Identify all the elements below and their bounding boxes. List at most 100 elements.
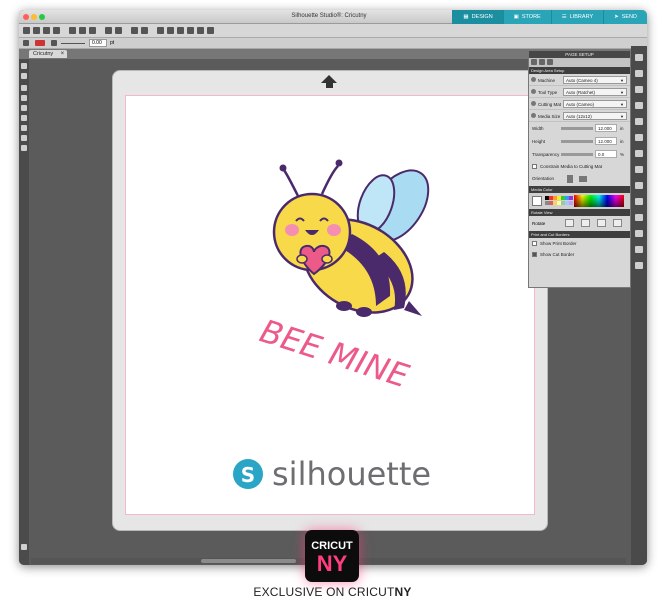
tab-store[interactable]: ▣ STORE — [502, 10, 551, 24]
transparency-field[interactable]: 0.0 — [595, 150, 617, 158]
new-file-icon[interactable] — [23, 27, 30, 34]
minimize-window-button[interactable] — [31, 14, 37, 20]
left-toolbar — [19, 59, 29, 565]
grid-icon[interactable] — [207, 27, 214, 34]
bee-cheek-left — [285, 224, 299, 236]
cut-icon[interactable] — [69, 27, 76, 34]
store-icon: ▣ — [513, 14, 519, 20]
tool-type-select[interactable]: Auto (Ratchet) — [563, 88, 627, 96]
page-setup-icon[interactable] — [635, 54, 643, 61]
point-edit-tool-icon[interactable] — [21, 73, 27, 79]
machine-select[interactable]: Auto (Cameo 4) — [563, 76, 627, 84]
width-field[interactable]: 12.000 — [595, 124, 617, 132]
constrain-checkbox[interactable] — [532, 164, 537, 169]
line-tool-icon[interactable] — [21, 85, 27, 91]
line-color-icon[interactable] — [35, 40, 45, 46]
cutting-mat: BEE MINE S silhouette — [112, 70, 548, 531]
rotate-180-button[interactable] — [597, 219, 606, 227]
fill-icon[interactable] — [51, 40, 57, 46]
undo-icon[interactable] — [105, 27, 112, 34]
right-panel-toolbar — [631, 46, 647, 565]
page-setup-tab-icon[interactable] — [531, 59, 537, 65]
line-weight-field[interactable]: 0.00 — [89, 39, 107, 47]
cutting-mat-select[interactable]: Auto (Cameo) — [563, 100, 627, 108]
rotate-row: Rotate — [529, 216, 630, 231]
media-size-select[interactable]: Auto (12x12) — [563, 112, 627, 120]
width-slider[interactable] — [561, 127, 593, 130]
show-print-border-row: Show Print Border — [529, 238, 630, 249]
grid-panel-icon[interactable] — [635, 86, 643, 93]
page-bg-tab-icon[interactable] — [547, 59, 553, 65]
align-panel-icon[interactable] — [635, 214, 643, 221]
design-page[interactable]: BEE MINE S silhouette — [125, 95, 535, 515]
portrait-icon[interactable] — [567, 175, 573, 183]
bee-mine-text: BEE MINE — [255, 312, 414, 396]
constrain-row: Constrain Media to Cutting Mat — [529, 161, 630, 172]
transform-panel-icon[interactable] — [635, 230, 643, 237]
eraser-tool-icon[interactable] — [21, 135, 27, 141]
paste-icon[interactable] — [89, 27, 96, 34]
color-spectrum-picker[interactable] — [574, 195, 624, 207]
close-tab-icon[interactable]: × — [61, 50, 65, 58]
document-tab[interactable]: Cricutny × — [29, 50, 68, 58]
tab-design[interactable]: ▦ DESIGN — [452, 10, 503, 24]
svg-text:S: S — [241, 463, 255, 487]
select-tool-icon[interactable] — [21, 63, 27, 69]
media-color-swatches — [529, 193, 630, 209]
show-print-border-checkbox[interactable] — [532, 241, 537, 246]
zoom-in-icon[interactable] — [157, 27, 164, 34]
copy-icon[interactable] — [79, 27, 86, 34]
fit-page-icon[interactable] — [197, 27, 204, 34]
text-tool-icon[interactable] — [21, 115, 27, 121]
line-panel-icon[interactable] — [635, 118, 643, 125]
pan-icon[interactable] — [187, 27, 194, 34]
rectangle-tool-icon[interactable] — [21, 95, 27, 101]
rotate-view-header: Rotate View — [529, 209, 630, 216]
bee-mine-artwork[interactable]: BEE MINE S silhouette — [126, 96, 536, 516]
show-cut-border-checkbox[interactable] — [532, 252, 537, 257]
height-field[interactable]: 12.000 — [595, 137, 617, 145]
landscape-icon[interactable] — [579, 176, 587, 182]
scrollbar-thumb[interactable] — [201, 559, 296, 563]
rotate-270-button[interactable] — [613, 219, 622, 227]
open-file-icon[interactable] — [33, 27, 40, 34]
height-slider[interactable] — [561, 140, 593, 143]
replicate-panel-icon[interactable] — [635, 198, 643, 205]
text-panel-icon[interactable] — [635, 150, 643, 157]
knife-panel-icon[interactable] — [635, 262, 643, 269]
zoom-window-button[interactable] — [39, 14, 45, 20]
page-grid-tab-icon[interactable] — [539, 59, 545, 65]
delete-icon[interactable] — [141, 27, 148, 34]
media-size-icon — [531, 113, 536, 118]
knife-tool-icon[interactable] — [21, 145, 27, 151]
close-window-button[interactable] — [23, 14, 29, 20]
zoom-box-icon[interactable] — [177, 27, 184, 34]
panel-title: PAGE SETUP — [529, 51, 630, 58]
line-style-icon[interactable] — [23, 40, 29, 46]
zoom-out-icon[interactable] — [167, 27, 174, 34]
height-row: Height 12.000 in — [532, 137, 624, 145]
print-icon[interactable] — [53, 27, 60, 34]
modify-panel-icon[interactable] — [635, 246, 643, 253]
draw-tool-icon[interactable] — [21, 125, 27, 131]
line-weight-slider[interactable] — [61, 43, 85, 44]
polygon-tool-icon[interactable] — [21, 105, 27, 111]
save-icon[interactable] — [43, 27, 50, 34]
camera-icon[interactable] — [21, 544, 27, 550]
cricut-ny-logo: CRICUT NY — [305, 530, 359, 582]
offset-panel-icon[interactable] — [635, 166, 643, 173]
transparency-slider[interactable] — [561, 153, 593, 156]
rotate-90-button[interactable] — [581, 219, 590, 227]
rotate-0-button[interactable] — [565, 219, 574, 227]
bee-antenna-left — [279, 164, 287, 172]
transparency-panel-icon[interactable] — [635, 134, 643, 141]
tab-send[interactable]: ➤ SEND — [603, 10, 647, 24]
send-icon: ➤ — [614, 14, 619, 20]
select-all-icon[interactable] — [131, 27, 138, 34]
fill-panel-icon[interactable] — [635, 102, 643, 109]
redo-icon[interactable] — [115, 27, 122, 34]
trace-panel-icon[interactable] — [635, 182, 643, 189]
library-panel-icon[interactable] — [635, 70, 643, 77]
tab-library[interactable]: ☰ LIBRARY — [550, 10, 604, 24]
current-color-swatch[interactable] — [532, 196, 542, 206]
